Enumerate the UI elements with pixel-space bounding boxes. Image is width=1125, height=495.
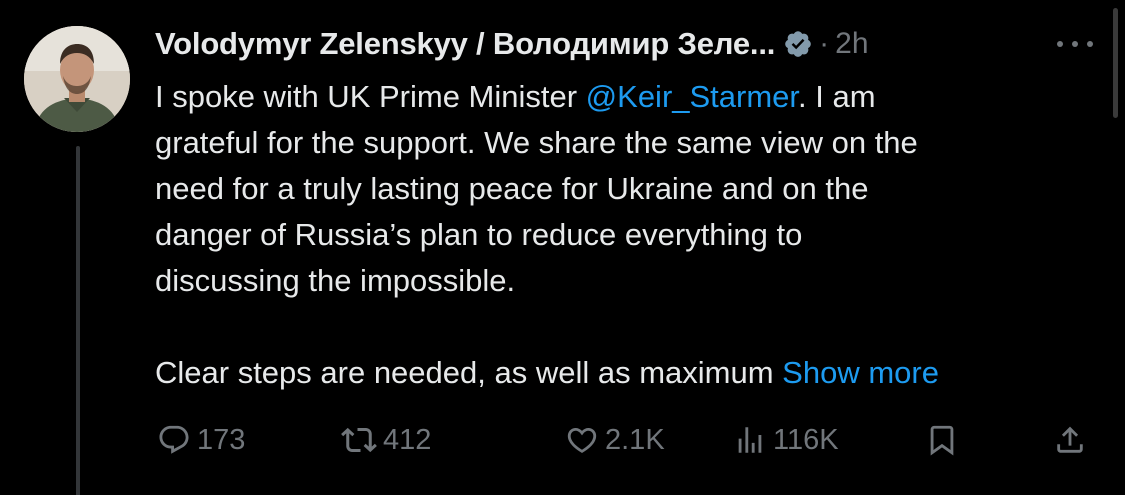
- header-separator: ·: [819, 27, 830, 60]
- mention-link[interactable]: @Keir_Starmer: [586, 79, 798, 114]
- tweet-header: Volodymyr Zelenskyy / Володимир Зеле... …: [155, 22, 869, 66]
- repost-button[interactable]: 412: [341, 418, 431, 462]
- share-button[interactable]: [1053, 418, 1087, 462]
- tweet[interactable]: Volodymyr Zelenskyy / Володимир Зеле... …: [0, 0, 1125, 495]
- views-button[interactable]: 116K: [733, 418, 839, 462]
- bookmark-button[interactable]: [925, 418, 959, 462]
- views-count: 116K: [773, 423, 839, 456]
- author-name[interactable]: Volodymyr Zelenskyy / Володимир Зеле...: [155, 26, 775, 62]
- more-options-icon[interactable]: [1057, 36, 1093, 52]
- reply-button[interactable]: 173: [157, 418, 245, 462]
- tweet-text-line: Clear steps are needed, as well as maxim…: [155, 350, 1085, 396]
- like-icon: [567, 427, 597, 453]
- scrollbar[interactable]: [1113, 8, 1118, 118]
- tweet-text-line: danger of Russia’s plan to reduce everyt…: [155, 217, 803, 252]
- tweet-text: I spoke with UK Prime Minister @Keir_Sta…: [155, 74, 1085, 396]
- action-bar: 173 412 2.1K 116K: [155, 418, 1085, 462]
- tweet-text-segment: . I am: [798, 79, 876, 114]
- tweet-text-segment: Clear steps are needed, as well as maxim…: [155, 355, 783, 390]
- tweet-text-segment: I spoke with UK Prime Minister: [155, 79, 586, 114]
- avatar-image: [24, 26, 130, 132]
- repost-icon: [341, 427, 377, 453]
- like-button[interactable]: 2.1K: [565, 418, 665, 462]
- views-icon: [738, 427, 762, 453]
- tweet-text-line: grateful for the support. We share the s…: [155, 125, 918, 160]
- share-icon: [1057, 426, 1083, 453]
- reply-icon: [159, 425, 189, 454]
- thread-line: [76, 146, 80, 495]
- like-count: 2.1K: [605, 423, 665, 456]
- reply-count: 173: [197, 423, 246, 456]
- show-more-link[interactable]: Show more: [782, 355, 939, 390]
- repost-count: 412: [383, 423, 432, 456]
- avatar[interactable]: [24, 26, 130, 132]
- verified-badge-icon[interactable]: [783, 29, 813, 59]
- timestamp[interactable]: 2h: [835, 27, 868, 61]
- tweet-text-line: discussing the impossible.: [155, 263, 516, 298]
- tweet-text-line: need for a truly lasting peace for Ukrai…: [155, 171, 869, 206]
- tweet-text-line: I spoke with UK Prime Minister @Keir_Sta…: [155, 74, 1085, 120]
- bookmark-icon: [930, 425, 954, 456]
